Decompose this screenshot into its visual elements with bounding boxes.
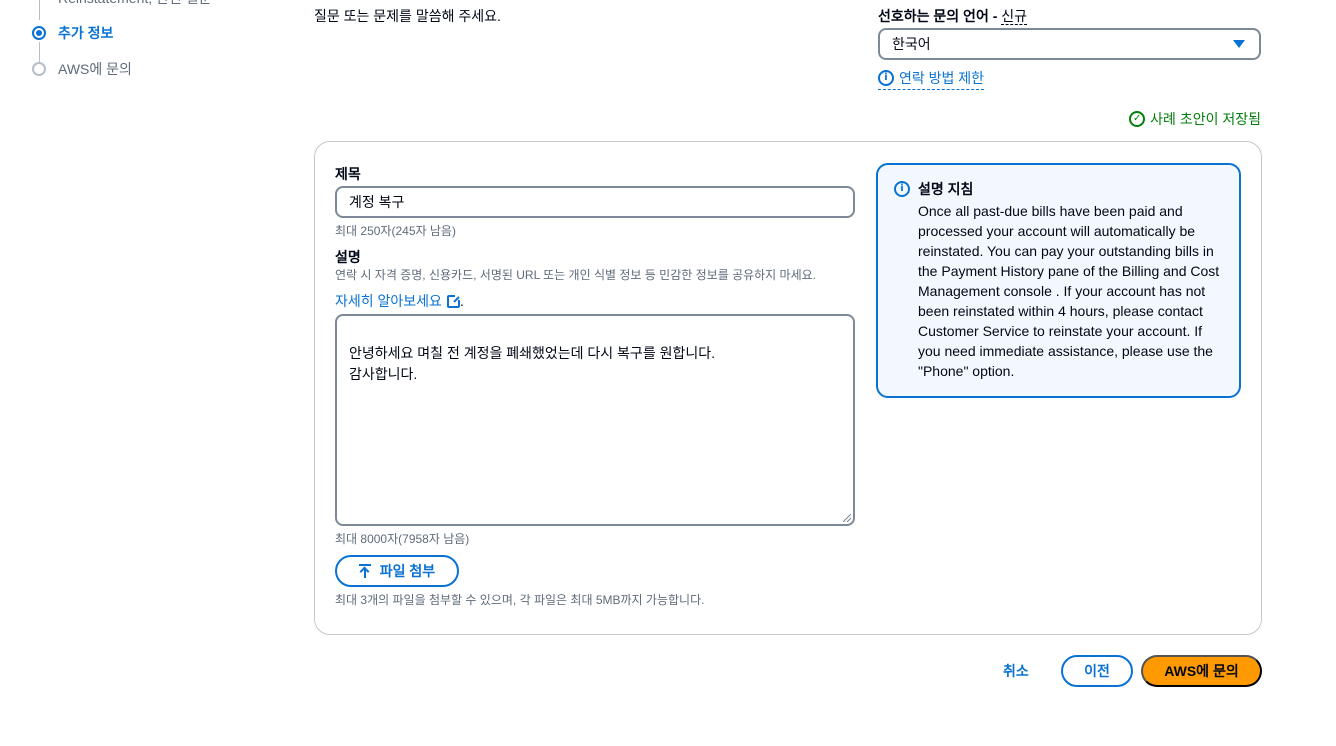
caret-down-icon (1233, 40, 1245, 48)
step-current-icon (32, 26, 46, 40)
attachment-constraint: 최대 3개의 파일을 첨부할 수 있으며, 각 파일은 최대 5MB까지 가능합… (335, 593, 705, 607)
description-value: 안녕하세요 며칠 전 계정을 폐쇄했었는데 다시 복구를 원합니다. 감사합니다… (349, 345, 715, 382)
subject-label: 제목 (335, 166, 361, 182)
case-details-container: 제목 계정 복구 최대 250자(245자 남음) 설명 연락 시 자격 증명,… (314, 141, 1262, 635)
language-label-text: 선호하는 문의 언어 - (878, 8, 1002, 24)
language-label: 선호하는 문의 언어 - 신규 (878, 6, 1028, 26)
attach-file-label: 파일 첨부 (379, 563, 436, 579)
step-label: Reinstatement, 관련 질문 (58, 0, 211, 8)
draft-saved-status: ✓ 사례 초안이 저장됨 (1129, 109, 1261, 129)
step-pending-icon (32, 62, 46, 76)
previous-button[interactable]: 이전 (1061, 655, 1133, 687)
subject-constraint: 최대 250자(245자 남음) (335, 224, 456, 238)
attach-file-button[interactable]: 파일 첨부 (335, 555, 459, 587)
guidelines-body: Once all past-due bills have been paid a… (918, 203, 1220, 379)
cancel-button[interactable]: 취소 (993, 656, 1039, 686)
external-link-icon (446, 293, 461, 308)
description-constraint: 최대 8000자(7958자 남음) (335, 532, 470, 546)
description-label: 설명 (335, 249, 361, 265)
step-item-additional-info[interactable]: 추가 정보 (26, 22, 113, 44)
issue-prompt-text: 질문 또는 문제를 말씀해 주세요. (314, 8, 501, 24)
step-item-contact-aws[interactable]: AWS에 문의 (26, 58, 132, 80)
new-badge: 신규 (1001, 8, 1028, 25)
step-label: AWS에 문의 (58, 61, 132, 77)
description-hint: 연락 시 자격 증명, 신용카드, 서명된 URL 또는 개인 식별 정보 등 … (335, 268, 817, 282)
contact-limit-link[interactable]: i 연락 방법 제한 (878, 68, 985, 90)
info-icon: i (894, 181, 910, 197)
step-item-reinstatement[interactable]: Reinstatement, 관련 질문 (26, 0, 211, 9)
learn-more-text: 자세히 알아보세요 (335, 293, 442, 309)
language-select[interactable]: 한국어 (878, 28, 1261, 60)
step-label: 추가 정보 (58, 25, 114, 41)
subject-input[interactable]: 계정 복구 (335, 186, 855, 218)
language-selected-value: 한국어 (892, 36, 931, 52)
learn-more-link[interactable]: 자세히 알아보세요 . (335, 291, 464, 311)
step-navigation: Reinstatement, 관련 질문 추가 정보 AWS에 문의 (26, 0, 266, 100)
description-textarea[interactable]: 안녕하세요 며칠 전 계정을 폐쇄했었는데 다시 복구를 원합니다. 감사합니다… (335, 314, 855, 526)
resize-handle[interactable] (843, 514, 851, 522)
upload-icon (358, 564, 371, 578)
contact-aws-button[interactable]: AWS에 문의 (1141, 655, 1262, 687)
check-circle-icon: ✓ (1129, 111, 1146, 127)
draft-saved-text: 사례 초안이 저장됨 (1150, 111, 1261, 127)
contact-limit-text: 연락 방법 제한 (899, 70, 985, 86)
info-icon: i (878, 70, 894, 86)
description-guidelines-panel: i 설명 지침 Once all past-due bills have bee… (876, 163, 1241, 398)
guidelines-title: 설명 지침 (918, 181, 974, 197)
